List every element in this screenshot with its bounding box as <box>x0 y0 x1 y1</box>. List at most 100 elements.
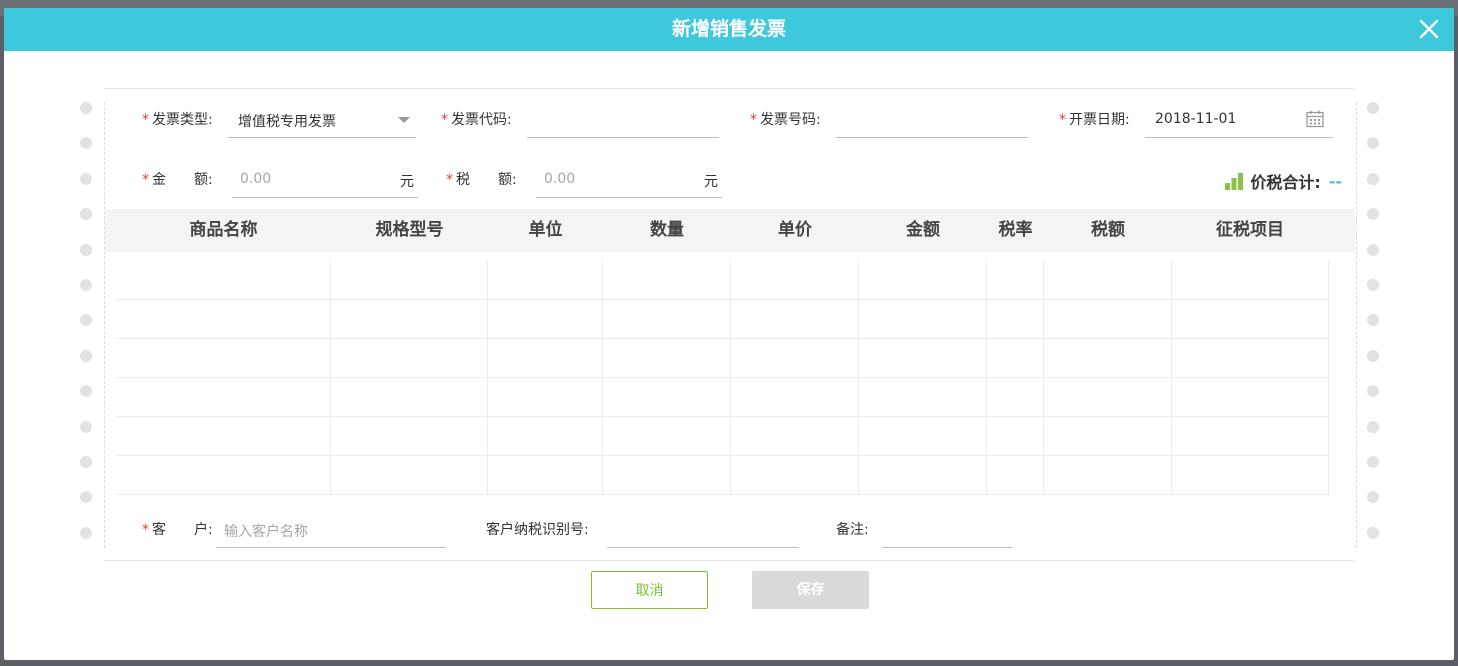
table-cell[interactable] <box>859 377 987 416</box>
table-cell[interactable] <box>1172 338 1329 377</box>
close-icon[interactable] <box>1414 14 1444 44</box>
table-cell[interactable] <box>603 377 731 416</box>
sheet-top-border <box>104 88 1354 89</box>
table-row <box>116 338 1329 378</box>
right-punch-holes <box>1367 102 1379 562</box>
table-cell[interactable] <box>1172 455 1329 494</box>
table-cell[interactable] <box>1044 299 1172 338</box>
table-cell[interactable] <box>116 416 331 455</box>
table-cell[interactable] <box>987 416 1044 455</box>
invoice-code-label: * 发票代码: <box>441 112 512 128</box>
table-cell[interactable] <box>603 299 731 338</box>
tax-field: * 税 额: 0.00 元 <box>446 161 736 199</box>
table-cell[interactable] <box>116 455 331 494</box>
table-cell[interactable] <box>731 455 859 494</box>
new-sales-invoice-dialog: 新增销售发票 * 发票类型: 增值税专用发票 * 发票代码: * 发票号码: * 开票日… <box>4 8 1454 660</box>
table-cell[interactable] <box>603 416 731 455</box>
amount-input[interactable]: 0.00 元 <box>232 161 418 198</box>
chevron-down-icon <box>398 117 410 123</box>
col-unit-price: 单价 <box>778 220 812 240</box>
table-cell[interactable] <box>859 455 987 494</box>
table-cell[interactable] <box>331 416 488 455</box>
table-cell[interactable] <box>731 377 859 416</box>
calendar-icon[interactable] <box>1305 109 1325 129</box>
tax-input[interactable]: 0.00 元 <box>536 161 722 198</box>
table-cell[interactable] <box>331 299 488 338</box>
tax-unit: 元 <box>704 174 718 190</box>
table-cell[interactable] <box>859 338 987 377</box>
table-cell[interactable] <box>987 455 1044 494</box>
table-cell[interactable] <box>116 338 331 377</box>
table-cell[interactable] <box>1172 299 1329 338</box>
col-spec-model: 规格型号 <box>375 220 444 240</box>
table-cell[interactable] <box>331 338 488 377</box>
remark-field: 备注: <box>836 511 1026 549</box>
table-cell[interactable] <box>116 260 331 299</box>
table-cell[interactable] <box>987 299 1044 338</box>
customer-tax-id-label: 客户纳税识别号: <box>486 522 589 538</box>
invoice-date-label: * 开票日期: <box>1059 112 1130 128</box>
invoice-code-input[interactable] <box>527 101 719 138</box>
table-cell[interactable] <box>488 299 603 338</box>
table-cell[interactable] <box>987 260 1044 299</box>
sheet-bottom-border <box>104 560 1354 561</box>
table-cell[interactable] <box>1172 377 1329 416</box>
table-row <box>116 455 1329 495</box>
table-cell[interactable] <box>603 455 731 494</box>
table-cell[interactable] <box>331 455 488 494</box>
table-cell[interactable] <box>731 299 859 338</box>
cancel-button[interactable]: 取消 <box>591 571 708 609</box>
table-cell[interactable] <box>1044 416 1172 455</box>
table-cell[interactable] <box>859 416 987 455</box>
table-cell[interactable] <box>116 299 331 338</box>
table-cell[interactable] <box>1172 260 1329 299</box>
table-cell[interactable] <box>603 338 731 377</box>
table-cell[interactable] <box>331 377 488 416</box>
invoice-number-label: * 发票号码: <box>750 112 821 128</box>
sheet-right-perforation <box>1356 102 1357 548</box>
table-cell[interactable] <box>116 377 331 416</box>
table-cell[interactable] <box>488 260 603 299</box>
items-table-body <box>116 260 1329 495</box>
col-product-name: 商品名称 <box>189 220 258 240</box>
left-punch-holes <box>80 102 92 562</box>
table-cell[interactable] <box>1044 260 1172 299</box>
table-cell[interactable] <box>1044 338 1172 377</box>
table-cell[interactable] <box>987 377 1044 416</box>
table-cell[interactable] <box>488 416 603 455</box>
table-cell[interactable] <box>731 338 859 377</box>
invoice-type-select[interactable]: 增值税专用发票 <box>228 101 416 138</box>
save-button[interactable]: 保存 <box>752 571 869 609</box>
table-cell[interactable] <box>859 260 987 299</box>
table-cell[interactable] <box>859 299 987 338</box>
customer-field: * 客 户: 输入客户名称 <box>142 511 462 549</box>
table-cell[interactable] <box>731 260 859 299</box>
table-cell[interactable] <box>1172 416 1329 455</box>
table-cell[interactable] <box>987 338 1044 377</box>
invoice-date-input[interactable]: 2018-11-01 <box>1145 101 1333 138</box>
col-tax-rate: 税率 <box>998 220 1033 240</box>
items-table-header: 商品名称 规格型号 单位 数量 单价 金额 税率 税额 征税项目 <box>105 209 1355 252</box>
invoice-number-input[interactable] <box>836 101 1028 138</box>
table-cell[interactable] <box>488 455 603 494</box>
amount-label: * 金 额: <box>142 172 213 188</box>
invoice-number-field: * 发票号码: <box>750 101 1050 139</box>
table-cell[interactable] <box>603 260 731 299</box>
table-cell[interactable] <box>1044 455 1172 494</box>
table-cell[interactable] <box>1044 377 1172 416</box>
invoice-code-field: * 发票代码: <box>441 101 741 139</box>
col-tax-amount: 税额 <box>1091 220 1125 240</box>
customer-input[interactable]: 输入客户名称 <box>216 511 446 548</box>
table-cell[interactable] <box>731 416 859 455</box>
remark-label: 备注: <box>836 522 869 538</box>
table-cell[interactable] <box>488 338 603 377</box>
total-label: 价税合计: <box>1250 173 1321 192</box>
customer-label: * 客 户: <box>142 522 213 538</box>
customer-tax-id-field: 客户纳税识别号: <box>486 511 816 549</box>
table-row <box>116 260 1329 300</box>
table-cell[interactable] <box>488 377 603 416</box>
table-cell[interactable] <box>331 260 488 299</box>
invoice-type-value: 增值税专用发票 <box>238 114 336 130</box>
remark-input[interactable] <box>882 511 1012 548</box>
customer-tax-id-input[interactable] <box>607 511 799 548</box>
